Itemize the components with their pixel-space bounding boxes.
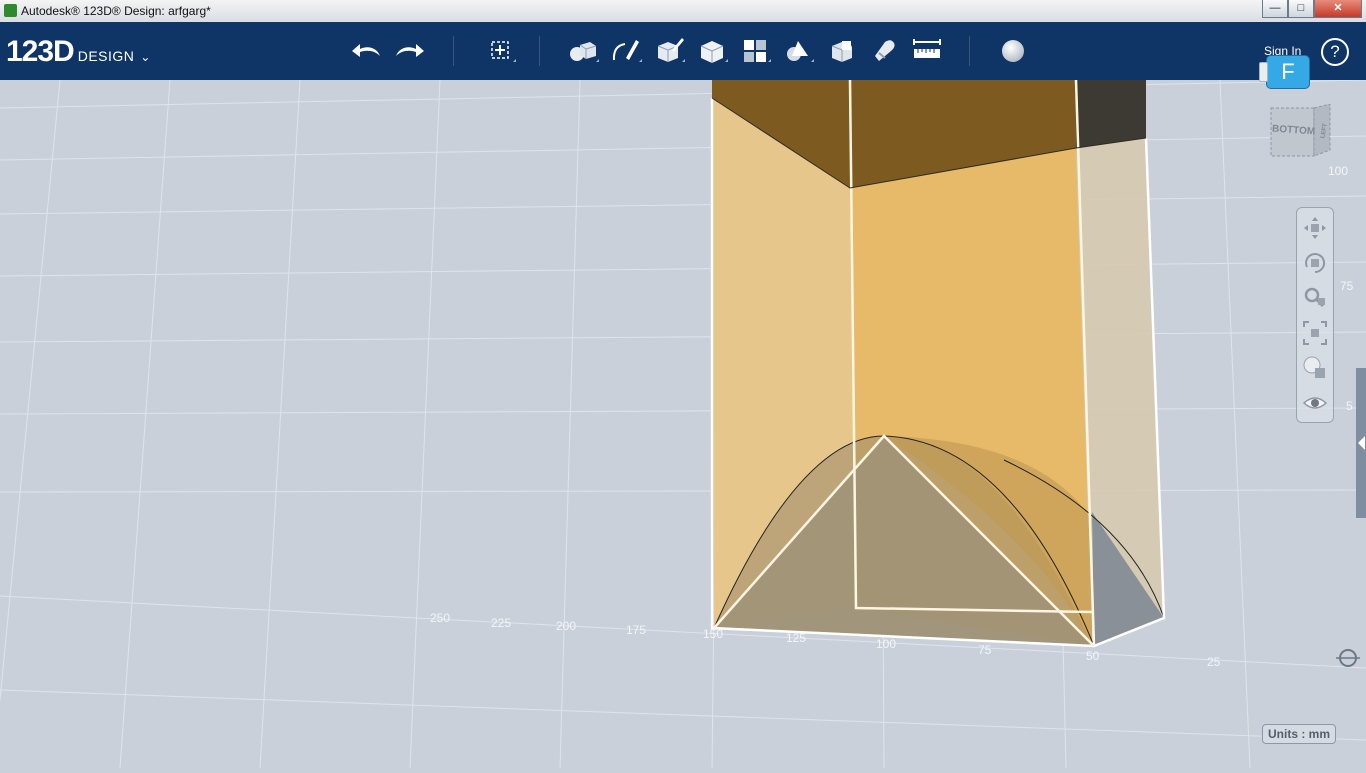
close-button[interactable]: ✕ <box>1314 0 1362 18</box>
measure-icon <box>913 39 941 58</box>
workplane-canvas[interactable]: 250 225 200 175 150 125 100 75 50 25 100… <box>0 79 1366 769</box>
grid-label: 125 <box>786 631 806 645</box>
grid-label: 75 <box>978 643 992 657</box>
measure-button[interactable] <box>910 34 944 68</box>
pan-button[interactable] <box>1301 214 1329 242</box>
view-cube[interactable]: BOTTOM LEFT <box>1270 103 1336 165</box>
orbit-icon <box>1305 253 1326 274</box>
grid-label: 5 <box>1346 399 1353 413</box>
material-button[interactable] <box>996 34 1030 68</box>
grid-label: 100 <box>1328 164 1348 178</box>
window-title-bar: Autodesk® 123D® Design: arfgarg* — □ ✕ <box>0 0 1366 23</box>
logo-sub: DESIGN <box>77 48 135 64</box>
grouping-button[interactable] <box>781 34 815 68</box>
sketch-button[interactable] <box>609 34 643 68</box>
grid-label: 150 <box>703 627 723 641</box>
pattern-button[interactable] <box>738 34 772 68</box>
navigation-bar <box>1296 207 1334 423</box>
modify-button[interactable] <box>695 34 729 68</box>
fit-button[interactable] <box>1301 319 1329 347</box>
redo-icon <box>396 44 424 57</box>
grouping-icon <box>787 41 814 62</box>
grid-label: 25 <box>1207 655 1221 669</box>
chevron-left-icon <box>1358 436 1365 450</box>
grid-label: 225 <box>491 616 511 630</box>
pattern-icon <box>744 40 771 62</box>
construct-button[interactable] <box>652 34 686 68</box>
app-menu-button[interactable]: 123D DESIGN ⌄ <box>6 35 150 69</box>
grid-label: 200 <box>556 619 576 633</box>
units-indicator[interactable]: Units : mm <box>1262 724 1337 744</box>
modify-icon <box>700 41 728 63</box>
pan-icon <box>1304 217 1326 239</box>
redo-button[interactable] <box>392 34 426 68</box>
3d-viewport[interactable]: 250 225 200 175 150 125 100 75 50 25 100… <box>0 79 1366 769</box>
grid-label: 100 <box>876 637 896 651</box>
grid-label: 250 <box>430 611 450 625</box>
combine-icon <box>831 41 853 62</box>
primitives-icon <box>570 42 599 62</box>
undo-button[interactable] <box>350 34 384 68</box>
fit-icon <box>1303 321 1327 345</box>
grid-label: 50 <box>1086 649 1100 663</box>
toolbar-separator <box>539 36 540 66</box>
visibility-button[interactable] <box>1301 389 1329 417</box>
undo-icon <box>352 44 380 57</box>
material-sphere-icon <box>1002 40 1024 62</box>
badge-tab <box>1259 62 1268 82</box>
logo-main: 123D <box>6 35 75 68</box>
chevron-down-icon: ⌄ <box>140 50 151 64</box>
construct-icon <box>657 38 685 62</box>
grid-label: 175 <box>626 623 646 637</box>
help-icon[interactable]: ? <box>1321 38 1349 66</box>
user-initial: F <box>1281 59 1295 84</box>
combine-button[interactable] <box>824 34 858 68</box>
toolbar-separator <box>969 36 970 66</box>
window-title: Autodesk® 123D® Design: arfgarg* <box>21 4 211 18</box>
view-mode-button[interactable] <box>1301 354 1329 382</box>
view-mode-icon <box>1303 356 1325 378</box>
grid-label: 75 <box>1340 279 1354 293</box>
minimize-button[interactable]: — <box>1262 0 1288 18</box>
main-toolbar: 123D DESIGN ⌄ Sign In ? <box>0 22 1366 81</box>
sketch-icon <box>612 40 642 62</box>
restore-button[interactable]: □ <box>1288 0 1314 18</box>
eye-icon <box>1302 397 1328 409</box>
3d-solid-body[interactable] <box>710 79 1166 648</box>
transform-icon <box>491 41 516 62</box>
snap-button[interactable] <box>867 34 901 68</box>
zoom-icon <box>1304 287 1325 308</box>
primitives-button[interactable] <box>566 34 600 68</box>
zoom-button[interactable] <box>1301 284 1329 312</box>
app-icon <box>4 4 17 17</box>
snap-icon <box>875 40 895 61</box>
user-badge[interactable]: F <box>1259 55 1310 89</box>
transform-button[interactable] <box>483 34 517 68</box>
orbit-button[interactable] <box>1301 249 1329 277</box>
toolbar-separator <box>453 36 454 66</box>
